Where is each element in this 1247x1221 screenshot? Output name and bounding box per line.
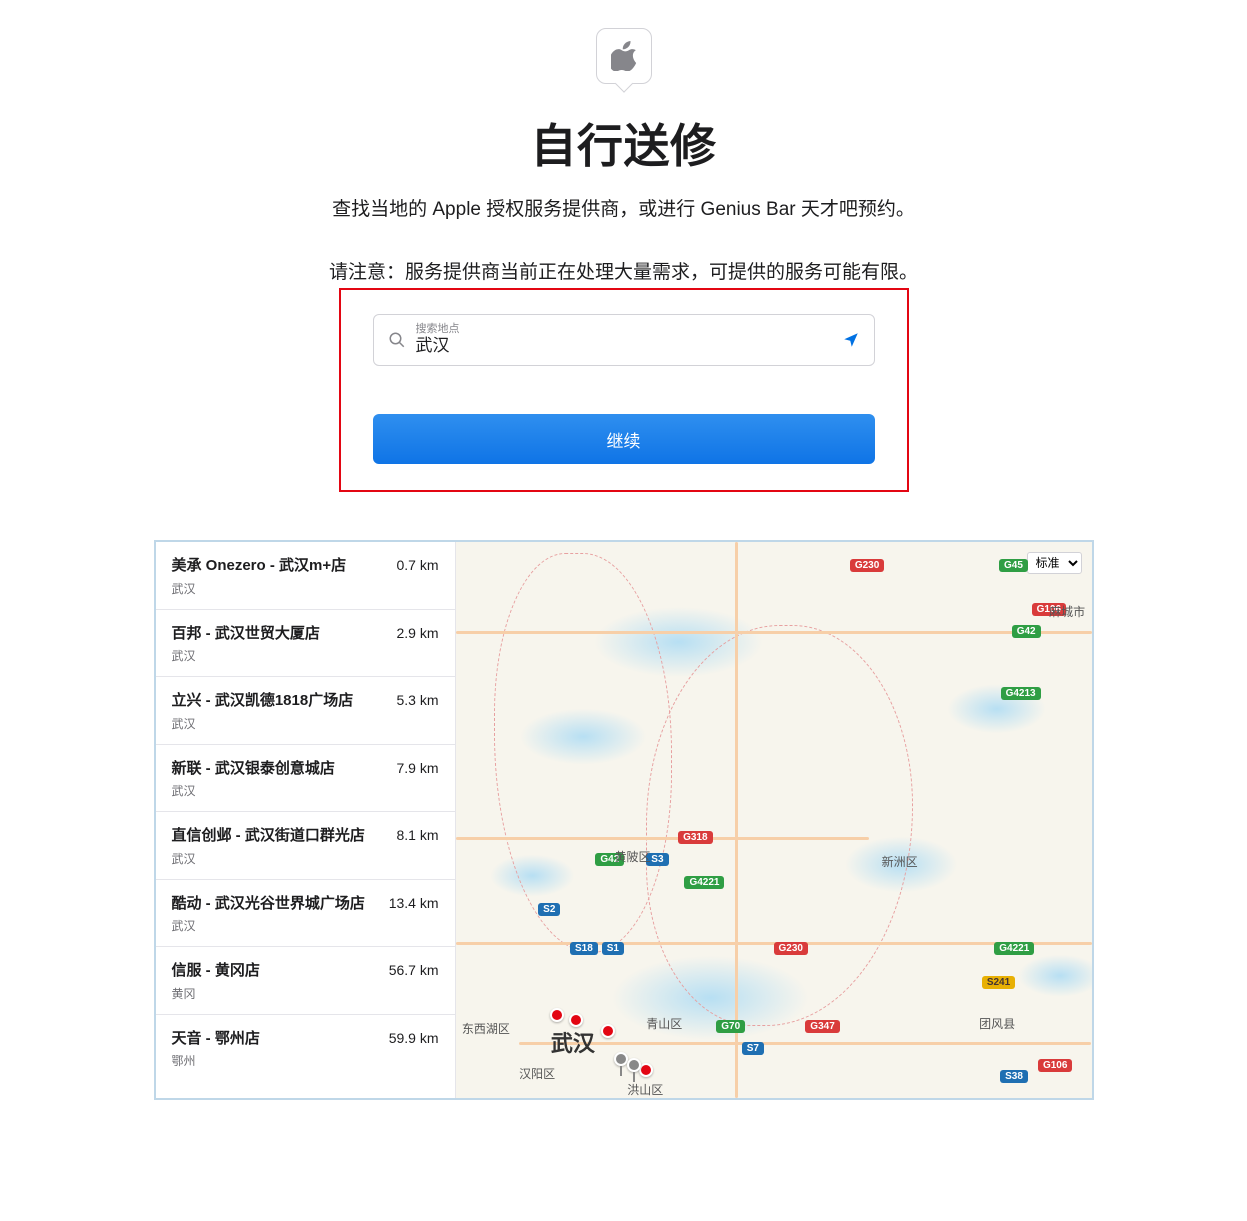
road-badge: S1 [602,942,624,955]
search-icon [388,331,406,349]
location-arrow-icon[interactable] [842,331,860,349]
store-distance: 0.7 km [396,556,438,573]
store-distance: 59.9 km [389,1029,439,1046]
road-badge: G4213 [1001,687,1041,700]
result-item[interactable]: 百邦 - 武汉世贸大厦店武汉 2.9 km [156,610,455,678]
store-distance: 13.4 km [389,894,439,911]
map-pin[interactable] [639,1063,653,1077]
map-road [456,631,1092,634]
road-badge: G70 [716,1020,745,1033]
page-subtitle: 查找当地的 Apple 授权服务提供商，或进行 Genius Bar 天才吧预约… [0,194,1247,221]
map-pin-cluster[interactable] [627,1058,641,1072]
place-label: 汉阳区 [519,1065,555,1082]
result-item[interactable]: 天音 - 鄂州店鄂州 59.9 km [156,1015,455,1082]
place-label-primary: 武汉 [551,1026,595,1058]
store-name: 美承 Onezero - 武汉m+店 [172,556,347,576]
store-name: 百邦 - 武汉世贸大厦店 [172,624,320,644]
road-badge: G347 [805,1020,839,1033]
road-badge: S2 [538,903,560,916]
store-distance: 56.7 km [389,961,439,978]
place-label: 洪山区 [627,1081,663,1098]
store-name: 酷动 - 武汉光谷世界城广场店 [172,894,365,914]
store-city: 武汉 [172,580,347,597]
result-item[interactable]: 新联 - 武汉银泰创意城店武汉 7.9 km [156,745,455,813]
store-name: 新联 - 武汉银泰创意城店 [172,759,335,779]
map-pin[interactable] [569,1013,583,1027]
place-label: 青山区 [646,1015,682,1032]
apple-logo-box [596,28,652,84]
road-badge: G230 [774,942,808,955]
page-title: 自行送修 [0,110,1247,176]
notice-text: 请注意：服务提供商当前正在处理大量需求，可提供的服务可能有限。 [0,257,1247,284]
store-distance: 5.3 km [396,691,438,708]
search-highlight-box: 搜索地点 继续 [339,288,909,492]
store-distance: 2.9 km [396,624,438,641]
result-item[interactable]: 酷动 - 武汉光谷世界城广场店武汉 13.4 km [156,880,455,948]
result-item[interactable]: 美承 Onezero - 武汉m+店武汉 0.7 km [156,542,455,610]
map-pane[interactable]: 标准 G230 G45 G106 G42 G4213 G318 G42 S3 G… [456,542,1092,1098]
road-badge: G106 [1038,1059,1072,1072]
place-label: 团风县 [979,1015,1015,1032]
apple-logo-icon [611,41,637,71]
road-badge: G230 [850,559,884,572]
map-road [456,837,869,840]
road-badge: G4221 [684,876,724,889]
map-type-select[interactable]: 标准 [1027,552,1082,574]
continue-button[interactable]: 继续 [373,414,875,464]
map-pin[interactable] [550,1008,564,1022]
results-list[interactable]: 美承 Onezero - 武汉m+店武汉0.7 km百邦 - 武汉世贸大厦店武汉… [156,542,456,1098]
road-badge: G4221 [994,942,1034,955]
result-item[interactable]: 立兴 - 武汉凯德1818广场店武汉 5.3 km [156,677,455,745]
store-name: 天音 - 鄂州店 [172,1029,260,1049]
place-label: 东西湖区 [462,1020,510,1037]
store-name: 直信创邺 - 武汉街道口群光店 [172,826,365,846]
road-badge: S7 [742,1042,764,1055]
map-pin[interactable] [601,1024,615,1038]
result-item[interactable]: 信服 - 黄冈店黄冈 56.7 km [156,947,455,1015]
store-city: 武汉 [172,917,365,934]
search-field-wrap[interactable]: 搜索地点 [373,314,875,366]
result-item[interactable]: 直信创邺 - 武汉街道口群光店武汉 8.1 km [156,812,455,880]
road-badge: S18 [570,942,598,955]
store-city: 武汉 [172,782,335,799]
search-input[interactable] [416,335,832,356]
road-badge: S38 [1000,1070,1028,1083]
store-city: 武汉 [172,647,320,664]
store-city: 武汉 [172,850,365,867]
map-road [519,1042,1091,1045]
store-distance: 8.1 km [396,826,438,843]
road-badge: S241 [982,976,1015,989]
results-container: 美承 Onezero - 武汉m+店武汉0.7 km百邦 - 武汉世贸大厦店武汉… [154,540,1094,1100]
place-label: 新洲区 [882,853,918,870]
store-city: 黄冈 [172,985,260,1002]
store-distance: 7.9 km [396,759,438,776]
road-badge: G45 [999,559,1028,572]
place-label: 黄陂区 [615,848,651,865]
store-name: 信服 - 黄冈店 [172,961,260,981]
store-city: 武汉 [172,715,354,732]
store-name: 立兴 - 武汉凯德1818广场店 [172,691,354,711]
road-badge: G42 [1012,625,1041,638]
search-label: 搜索地点 [416,323,460,335]
store-city: 鄂州 [172,1052,260,1069]
place-label: 麻城市 [1049,603,1085,620]
road-badge: G318 [678,831,712,844]
map-road [735,542,738,1098]
